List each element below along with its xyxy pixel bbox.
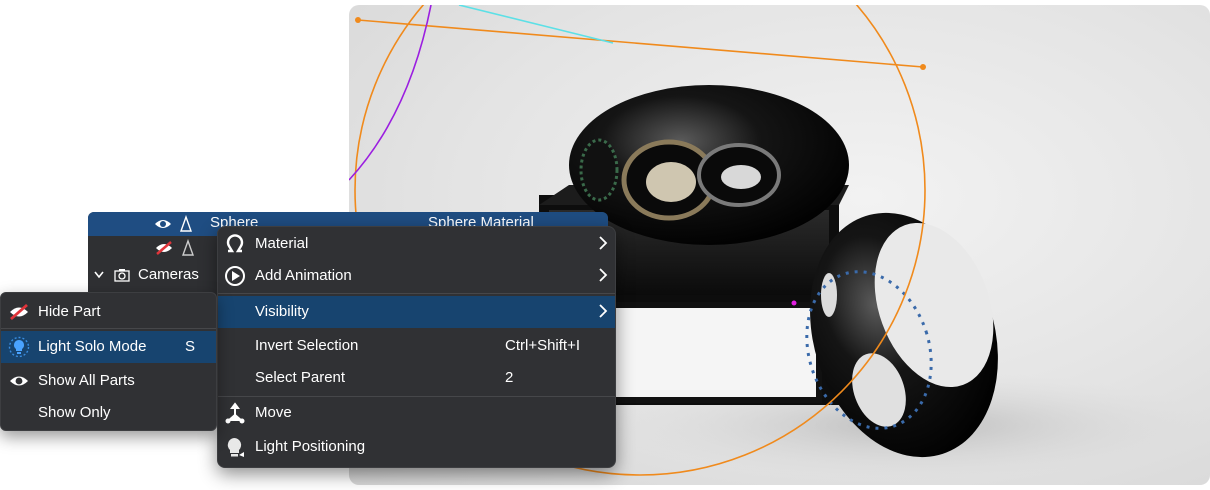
- tree-item-label: Cameras: [138, 266, 199, 283]
- mesh-icon: [180, 215, 192, 232]
- ring-top: [569, 85, 849, 245]
- chevron-down-icon[interactable]: [94, 271, 104, 279]
- visibility-submenu: Hide Part Light Solo Mode S Show All Par…: [0, 292, 217, 431]
- hide-eye-icon: [7, 301, 31, 323]
- submenu-item-show-all-parts[interactable]: Show All Parts: [1, 365, 216, 397]
- chevron-right-icon: [599, 304, 608, 318]
- submenu-item-light-solo-mode[interactable]: Light Solo Mode S: [1, 331, 216, 363]
- camera-icon: [114, 269, 130, 282]
- menu-item-light-positioning[interactable]: Light Positioning: [218, 431, 615, 463]
- hidden-eye-icon[interactable]: [154, 241, 174, 255]
- move-icon: [224, 402, 246, 424]
- chevron-right-icon: [599, 236, 608, 250]
- submenu-item-hide-part[interactable]: Hide Part: [1, 296, 216, 328]
- menu-item-invert-selection[interactable]: Invert Selection Ctrl+Shift+I: [218, 330, 615, 362]
- axis-cyan: [458, 5, 614, 44]
- add-animation-icon: [224, 265, 246, 287]
- eye-icon[interactable]: [154, 217, 172, 231]
- menu-divider: [1, 328, 216, 329]
- mesh-icon: [182, 239, 194, 256]
- submenu-item-show-only[interactable]: Show Only: [1, 397, 216, 429]
- menu-item-visibility[interactable]: Visibility: [218, 296, 615, 328]
- context-menu: Material Add Animation Visibility Invert…: [217, 226, 616, 468]
- material-icon: [224, 233, 246, 255]
- shortcut-label: Ctrl+Shift+I: [505, 337, 581, 354]
- shortcut-label: 2: [505, 369, 514, 386]
- menu-item-add-animation[interactable]: Add Animation: [218, 260, 615, 292]
- chevron-right-icon: [599, 268, 608, 282]
- light-positioning-icon: [224, 436, 246, 458]
- menu-item-select-parent[interactable]: Select Parent 2: [218, 362, 615, 394]
- axis-purple: [349, 5, 432, 181]
- bulb-icon: [7, 336, 31, 358]
- menu-item-move[interactable]: Move: [218, 397, 615, 429]
- menu-divider: [218, 293, 615, 294]
- eye-icon: [7, 370, 31, 392]
- shortcut-label: S: [185, 338, 196, 355]
- menu-item-material[interactable]: Material: [218, 228, 615, 260]
- light-gizmo-line: [357, 19, 924, 68]
